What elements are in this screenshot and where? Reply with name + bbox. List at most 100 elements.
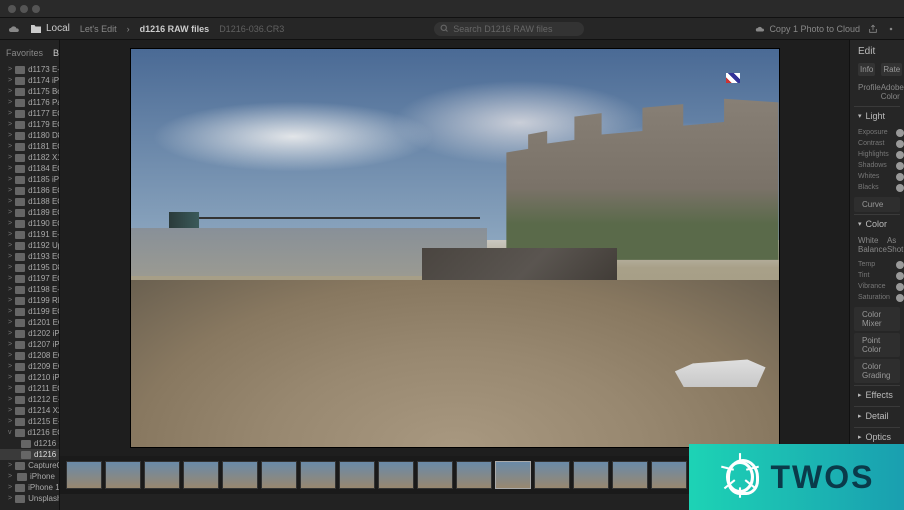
wb-value[interactable]: As Shot [887,236,903,254]
edit-tab-rate[interactable]: Rate [881,63,902,76]
color-mixer-button[interactable]: Color Mixer [854,307,900,331]
folder-item[interactable]: >d1188 EOS RP land focus merge [0,196,59,207]
folder-item[interactable]: >d1214 X20 Worlebury [0,405,59,416]
section-detail[interactable]: ▸Detail [854,407,900,425]
folder-item[interactable]: >d1199 RF 24-50mm samples [0,295,59,306]
folder-item[interactable]: vd1216 EOS RP Clevedon [0,427,59,438]
sidebar-tab-favorites[interactable]: Favorites [6,48,43,58]
slider-temp[interactable]: Temp0 [858,259,896,270]
folder-item[interactable]: >iPhone 13 RAW [0,482,59,493]
breadcrumb-0[interactable]: Let's Edit [80,24,117,34]
curve-button[interactable]: Curve [854,197,900,212]
filmstrip-thumb[interactable] [339,461,375,489]
filmstrip-thumb[interactable] [495,461,531,489]
window-controls[interactable] [8,5,40,13]
copy-to-cloud-button[interactable]: Copy 1 Photo to Cloud [755,24,860,34]
slider-highlights[interactable]: Highlights0 [858,149,896,160]
breadcrumb-1[interactable]: d1216 RAW files [140,24,210,34]
folder-item[interactable]: >d1215 E-P7 Uphill Beach [0,416,59,427]
slider-saturation[interactable]: Saturation0 [858,292,896,303]
folder-icon [30,24,42,34]
slider-exposure[interactable]: Exposure0 [858,127,896,138]
folder-item[interactable]: >d1201 EOS RP misc [0,317,59,328]
folder-item[interactable]: >d1181 EOS RP Clevedon [0,141,59,152]
filmstrip-thumb[interactable] [417,461,453,489]
folder-item[interactable]: >d1174 iPhone Penshurst [0,75,59,86]
folder-item[interactable]: >d1202 iPhone Castle Batch filming [0,328,59,339]
section-color[interactable]: ▾Color [854,215,900,233]
folder-item[interactable]: d1216 RAW files [0,449,59,460]
folder-item[interactable]: >d1207 iPhone Clevedon Pier [0,339,59,350]
folder-item[interactable]: >d1192 Uphill Wharf [0,240,59,251]
edit-title: Edit [858,46,875,57]
folder-item[interactable]: >d1180 D850 bike night [0,130,59,141]
folder-item[interactable]: >d1182 X1R ii Bristol [0,152,59,163]
twos-watermark: TWOS [689,444,904,510]
top-toolbar: Local Let's Edit › d1216 RAW files D1216… [0,18,904,40]
filmstrip-thumb[interactable] [534,461,570,489]
folder-item[interactable]: >d1198 E-M1 Cremyll [0,284,59,295]
slider-shadows[interactable]: Shadows0 [858,160,896,171]
folder-item[interactable]: >d1209 EOS RP filming Sand Point [0,361,59,372]
filmstrip-thumb[interactable] [300,461,336,489]
folder-item[interactable]: >d1189 EOS RP land night shots [0,207,59,218]
breadcrumb-sep: › [127,24,130,34]
filmstrip-thumb[interactable] [222,461,258,489]
folder-sidebar: Favorites Browse >d1173 E-M1 III Penshur… [0,40,60,510]
folder-item[interactable]: >d1210 iPhone Bristol [0,372,59,383]
folder-item[interactable]: >d1177 EOS RP Clevedon [0,108,59,119]
share-icon[interactable] [868,24,878,34]
folder-item[interactable]: >d1173 E-M1 III Penshurst [0,64,59,75]
folder-item[interactable]: >d1190 EOS RP Milton Cemetery [0,218,59,229]
folder-item[interactable]: >d1195 D800 Uphill HD [0,262,59,273]
slider-tint[interactable]: Tint0 [858,270,896,281]
folder-item[interactable]: >d1185 iPhone Lynton Nest [0,174,59,185]
filmstrip-thumb[interactable] [183,461,219,489]
folder-item[interactable]: >d1211 EOS RP Sand Bay [0,383,59,394]
point-color-button[interactable]: Point Color [854,333,900,357]
folder-item[interactable]: >d1199 EOS RP Clarence Park [0,306,59,317]
folder-item[interactable]: >d1191 E-M1 III bike night [0,229,59,240]
photo-preview [130,48,780,448]
local-tab-button[interactable]: Local [30,23,70,34]
filmstrip-thumb[interactable] [105,461,141,489]
search-icon [440,24,449,33]
folder-item[interactable]: >d1193 EOS RP Sand Bay primes [0,251,59,262]
folder-item[interactable]: >CaptureOne [0,460,59,471]
folder-item[interactable]: >d1184 EOS RP Lynton [0,163,59,174]
filmstrip-thumb[interactable] [261,461,297,489]
folder-item[interactable]: >d1186 EOS RP mono scam [0,185,59,196]
color-grading-button[interactable]: Color Grading [854,359,900,383]
folder-item[interactable]: >d1197 EOS RP Middle Hope [0,273,59,284]
folder-item[interactable]: >Unsplash [0,493,59,504]
filmstrip-thumb[interactable] [612,461,648,489]
slider-vibrance[interactable]: Vibrance0 [858,281,896,292]
section-effects[interactable]: ▸Effects [854,386,900,404]
filmstrip-thumb[interactable] [378,461,414,489]
slider-blacks[interactable]: Blacks0 [858,182,896,193]
search-input[interactable]: Search D1216 RAW files [434,22,584,36]
folder-item[interactable]: d1216 Camera JPEGs [0,438,59,449]
folder-item[interactable]: >d1175 Bourlon on the Water [0,86,59,97]
sidebar-tab-browse[interactable]: Browse [53,48,60,58]
gear-icon[interactable] [886,24,896,34]
filmstrip-thumb[interactable] [573,461,609,489]
profile-value[interactable]: Adobe Color [881,83,904,101]
slider-contrast[interactable]: Contrast0 [858,138,896,149]
filmstrip-thumb[interactable] [144,461,180,489]
photo-canvas[interactable] [60,40,849,456]
edit-panel: Edit Info Rate B&W Profile Adobe Color ▾… [849,40,904,510]
lightbulb-icon [719,451,761,503]
filmstrip-thumb[interactable] [651,461,687,489]
breadcrumb-2[interactable]: D1216-036.CR3 [219,24,284,34]
folder-item[interactable]: >d1212 E-P7 Knightstone [0,394,59,405]
slider-whites[interactable]: Whites0 [858,171,896,182]
edit-tab-info[interactable]: Info [858,63,875,76]
folder-item[interactable]: >d1176 Paul R cars [0,97,59,108]
folder-item[interactable]: >d1179 EOS RP bike night [0,119,59,130]
section-light[interactable]: ▾Light [854,107,900,125]
filmstrip-thumb[interactable] [66,461,102,489]
folder-item[interactable]: >iPhone [0,471,59,482]
folder-item[interactable]: >d1208 EOS RP Woodspring Priory [0,350,59,361]
filmstrip-thumb[interactable] [456,461,492,489]
